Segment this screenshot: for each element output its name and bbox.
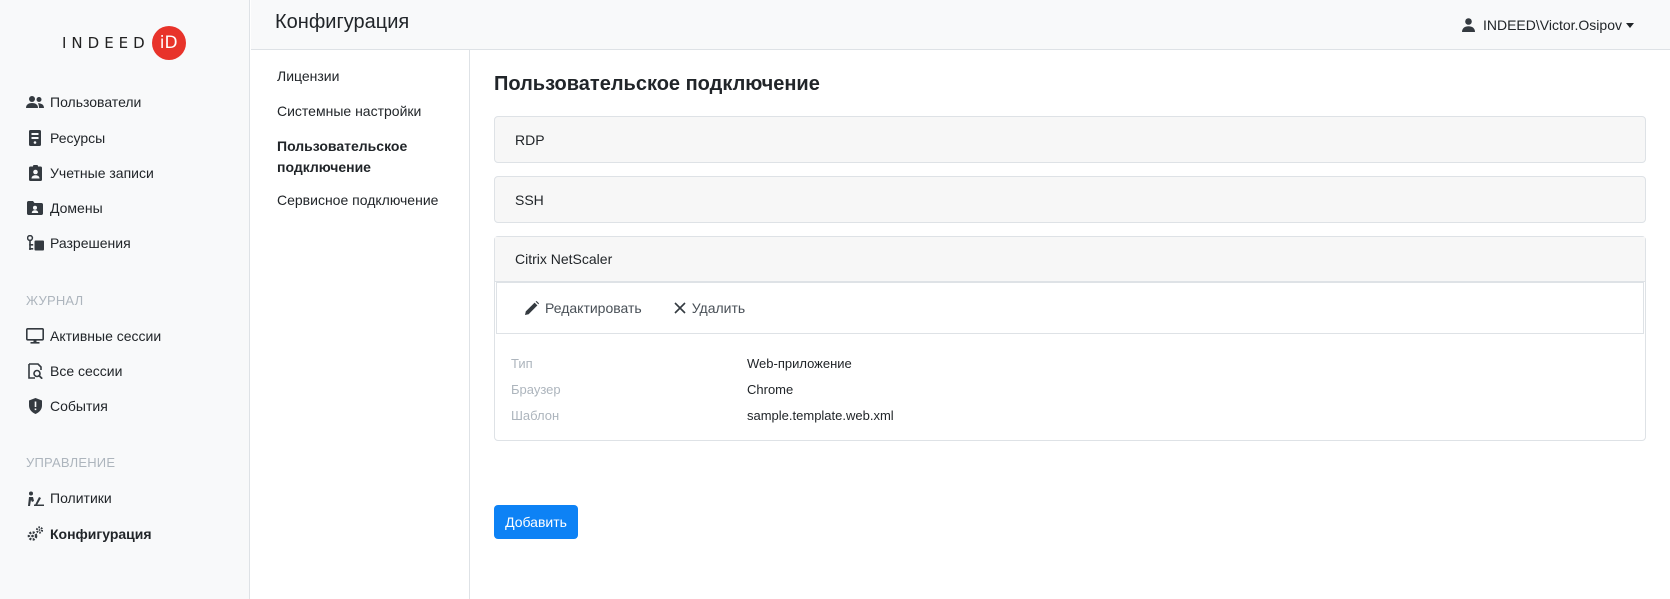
top-header: Конфигурация INDEED\Victor.Osipov xyxy=(251,0,1670,50)
property-value: Web-приложение xyxy=(747,355,852,371)
sidebar-item-label: Все сессии xyxy=(50,363,123,379)
domain-folder-icon xyxy=(26,199,44,217)
monitor-icon xyxy=(26,327,44,345)
config-subnav: Лицензии Системные настройки Пользовател… xyxy=(251,50,470,599)
edit-label: Редактировать xyxy=(545,300,642,316)
delete-button[interactable]: Удалить xyxy=(674,300,745,316)
property-label: Шаблон xyxy=(511,407,560,423)
edit-button[interactable]: Редактировать xyxy=(525,300,642,316)
property-label: Тип xyxy=(511,355,533,371)
page-header-title: Конфигурация xyxy=(275,11,410,33)
sidebar-item-resources[interactable]: Ресурсы xyxy=(26,127,105,149)
section-journal: ЖУРНАЛ xyxy=(26,293,84,308)
subnav-item-service-connection[interactable]: Сервисное подключение xyxy=(277,190,457,211)
sidebar-item-configuration[interactable]: Конфигурация xyxy=(26,523,152,545)
sidebar-item-label: Конфигурация xyxy=(50,526,152,542)
sidebar-item-label: События xyxy=(50,398,108,414)
delete-label: Удалить xyxy=(691,300,746,316)
close-icon xyxy=(674,302,686,314)
sidebar-item-events[interactable]: События xyxy=(26,395,108,417)
connection-panel-ssh: SSH xyxy=(494,176,1646,223)
policy-icon xyxy=(26,489,44,507)
subnav-item-system-settings[interactable]: Системные настройки xyxy=(277,101,457,122)
sidebar: INDEED iD Пользователи Ресурсы Учетные з… xyxy=(0,0,250,599)
permissions-icon xyxy=(26,234,44,252)
panel-header[interactable]: SSH xyxy=(495,177,1645,222)
connection-properties: Тип Web-приложение Браузер Chrome Шаблон… xyxy=(495,334,1645,440)
sidebar-item-label: Пользователи xyxy=(50,94,142,110)
sidebar-item-label: Политики xyxy=(50,490,112,506)
property-label: Браузер xyxy=(511,381,561,397)
sidebar-item-label: Ресурсы xyxy=(50,130,106,146)
sidebar-item-all-sessions[interactable]: Все сессии xyxy=(26,360,122,382)
logo-badge: iD xyxy=(151,26,186,60)
event-shield-icon xyxy=(26,397,44,415)
property-row: Браузер Chrome xyxy=(511,376,1629,402)
sidebar-item-users[interactable]: Пользователи xyxy=(26,91,141,113)
add-button[interactable]: Добавить xyxy=(494,505,578,539)
panel-header[interactable]: Citrix NetScaler xyxy=(495,237,1645,282)
main-content: Пользовательское подключение RDP SSH Cit… xyxy=(470,50,1670,599)
chevron-down-icon xyxy=(1626,22,1634,28)
property-value: sample.template.web.xml xyxy=(747,407,894,423)
sidebar-item-accounts[interactable]: Учетные записи xyxy=(26,162,154,184)
sidebar-item-label: Активные сессии xyxy=(50,328,162,344)
session-search-icon xyxy=(26,362,44,380)
sidebar-item-label: Учетные записи xyxy=(50,165,154,181)
app-window: INDEED iD Пользователи Ресурсы Учетные з… xyxy=(0,0,1670,599)
subnav-item-user-connection[interactable]: Пользовательское подключение xyxy=(277,136,427,178)
property-value: Chrome xyxy=(747,381,794,397)
property-row: Шаблон sample.template.web.xml xyxy=(511,402,1629,428)
section-management: УПРАВЛЕНИЕ xyxy=(26,455,116,470)
user-icon xyxy=(1461,18,1475,32)
logo-text: INDEED xyxy=(62,34,150,52)
user-name: INDEED\Victor.Osipov xyxy=(1482,17,1622,33)
page-title: Пользовательское подключение xyxy=(494,73,820,95)
users-icon xyxy=(26,93,44,111)
sidebar-item-permissions[interactable]: Разрешения xyxy=(26,232,131,254)
sidebar-item-label: Разрешения xyxy=(50,235,131,251)
subnav-item-licenses[interactable]: Лицензии xyxy=(277,66,457,87)
logo[interactable]: INDEED iD xyxy=(62,26,186,60)
server-icon xyxy=(26,129,44,147)
property-row: Тип Web-приложение xyxy=(511,350,1629,376)
sidebar-item-active-sessions[interactable]: Активные сессии xyxy=(26,325,161,347)
connection-panel-citrix: Citrix NetScaler Редактировать Удалить Т… xyxy=(494,236,1646,441)
gears-icon xyxy=(26,525,44,543)
sidebar-item-policies[interactable]: Политики xyxy=(26,487,112,509)
panel-header[interactable]: RDP xyxy=(495,117,1645,162)
sidebar-item-domains[interactable]: Домены xyxy=(26,197,103,219)
account-badge-icon xyxy=(26,164,44,182)
connection-panel-rdp: RDP xyxy=(494,116,1646,163)
sidebar-item-label: Домены xyxy=(50,200,103,216)
panel-toolbar: Редактировать Удалить xyxy=(496,282,1644,334)
user-menu-dropdown[interactable]: INDEED\Victor.Osipov xyxy=(1461,17,1634,33)
pencil-icon xyxy=(525,301,539,315)
